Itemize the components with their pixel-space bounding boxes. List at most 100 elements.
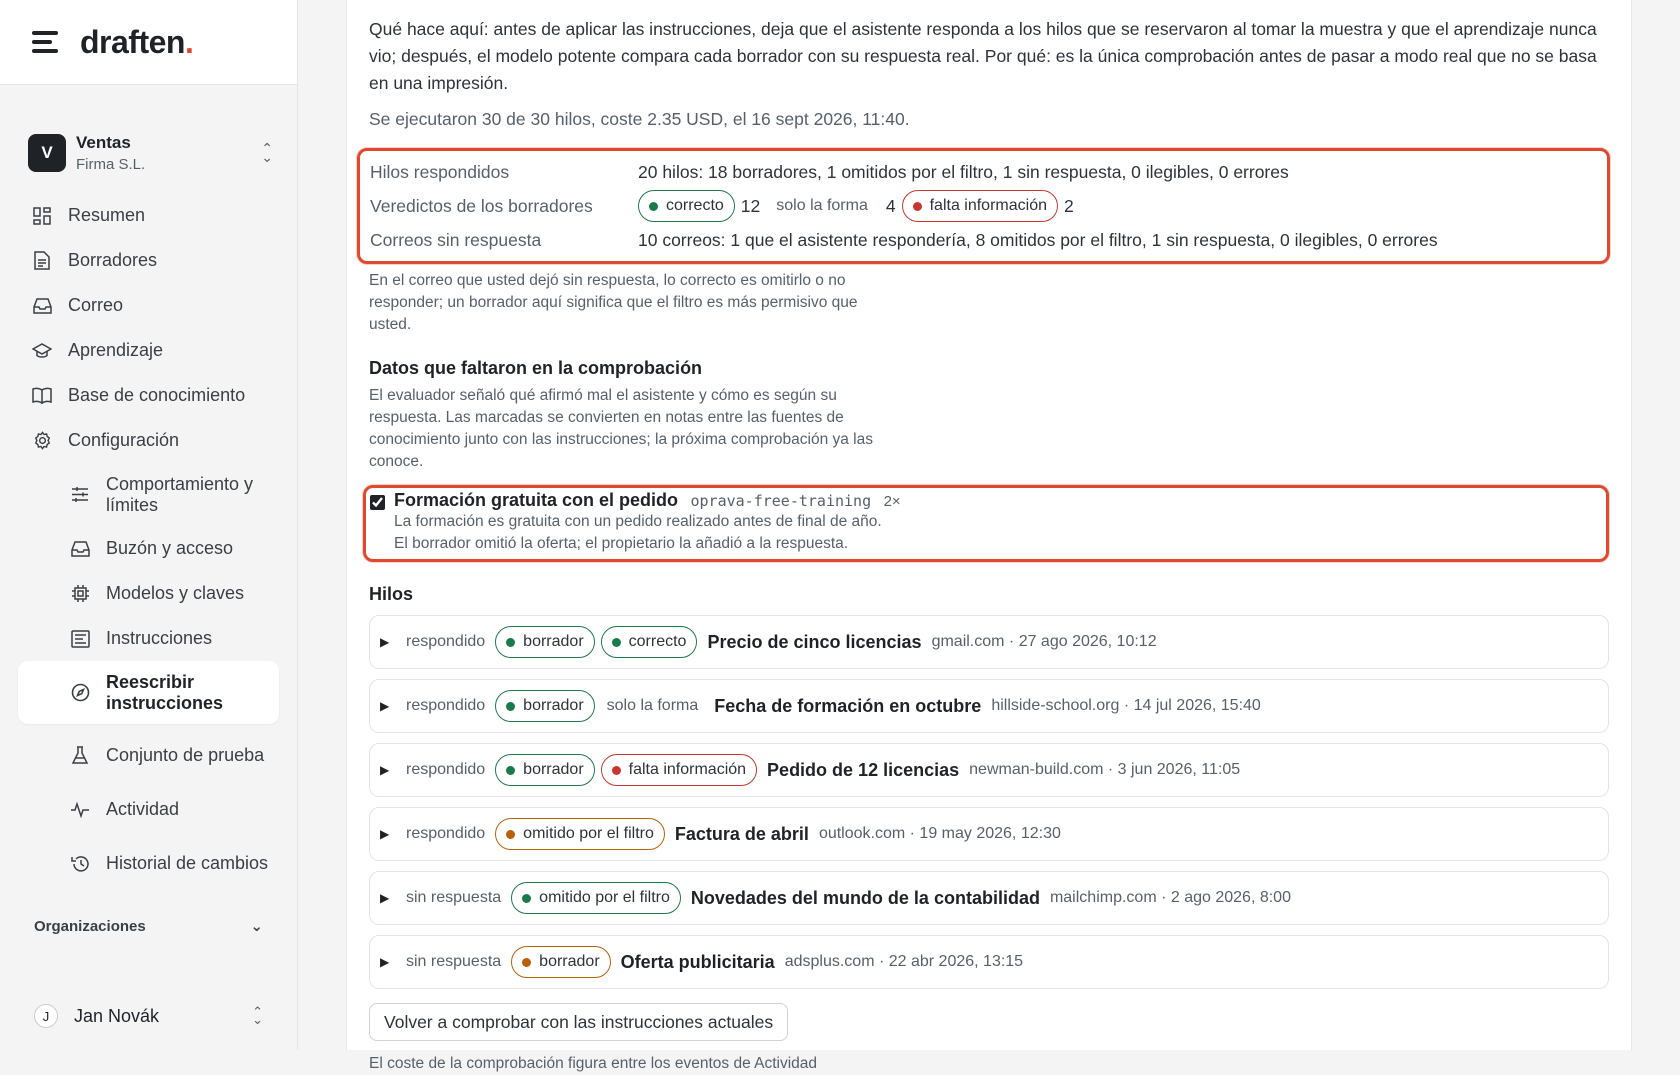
brand-header: draften. [0, 0, 297, 85]
status-dot-icon [912, 201, 922, 211]
chevron-up-down-icon: ⌃ ⌄ [261, 140, 273, 165]
sidebar-item-instrucciones[interactable]: Instrucciones [18, 616, 279, 661]
history-icon [70, 854, 90, 874]
logo[interactable]: draften. [80, 24, 194, 61]
sidebar-item-label: Correo [68, 295, 124, 315]
org-avatar: V [28, 134, 66, 172]
status-dot-icon [506, 701, 516, 711]
inbox-icon [70, 539, 90, 559]
missing-data-item-line: La formación es gratuita con un pedido r… [394, 513, 882, 530]
missing-data-item-code: oprava-free-training [690, 492, 872, 510]
sidebar: draften. V Ventas Firma S.L. ⌃ ⌄ Resumen … [0, 0, 298, 1050]
status-dot-icon [611, 765, 621, 775]
graduation-cap-icon [32, 341, 52, 361]
dashboard-icon [32, 206, 52, 226]
thread-detail: hillside-school.org · 14 jul 2026, 15:40 [991, 697, 1261, 714]
expand-triangle-icon[interactable]: ▶ [380, 891, 406, 905]
sidebar-item-label: Modelos y claves [106, 583, 245, 603]
thread-detail: newman-build.com · 3 jun 2026, 11:05 [969, 761, 1241, 778]
thread-badge-filtered: omitido por el filtro [495, 818, 665, 850]
expand-triangle-icon[interactable]: ▶ [380, 955, 406, 969]
org-name: Ventas [76, 133, 131, 152]
summary-value: 20 hilos: 18 borradores, 1 omitidos por … [638, 161, 1289, 182]
status-dot-icon [611, 637, 621, 647]
sidebar-item-correo[interactable]: Correo [18, 283, 279, 328]
sidebar-item-base-de-conocimiento[interactable]: Base de conocimiento [18, 373, 279, 418]
sidebar-item-label: Base de conocimiento [68, 385, 246, 405]
sidebar-item-buzon[interactable]: Buzón y acceso [18, 526, 279, 571]
organizations-toggle[interactable]: Organizaciones ⌄ [0, 917, 297, 936]
avatar: J [34, 1004, 58, 1028]
sidebar-item-borradores[interactable]: Borradores [18, 238, 279, 283]
expand-triangle-icon[interactable]: ▶ [380, 635, 406, 649]
sidebar-item-actividad[interactable]: Actividad [18, 787, 279, 832]
thread-subject: Factura de abril [674, 823, 809, 844]
thread-badge-verdict: correcto [600, 626, 698, 658]
hamburger-menu-icon[interactable] [32, 31, 58, 53]
chevron-down-icon: ⌄ [250, 918, 263, 935]
compass-icon [70, 683, 90, 703]
sidebar-item-conjunto-de-prueba[interactable]: Conjunto de prueba [18, 724, 279, 787]
thread-list: ▶ respondido borrador correcto Precio de… [369, 615, 1609, 989]
thread-subject: Oferta publicitaria [620, 951, 775, 972]
expand-triangle-icon[interactable]: ▶ [380, 699, 406, 713]
sidebar-item-resumen[interactable]: Resumen [18, 193, 279, 238]
sidebar-item-label: Instrucciones [106, 628, 213, 648]
thread-row[interactable]: ▶ sin respuesta borrador Oferta publicit… [369, 935, 1609, 989]
sidebar-item-label: Buzón y acceso [106, 538, 234, 558]
expand-triangle-icon[interactable]: ▶ [380, 827, 406, 841]
user-menu[interactable]: J Jan Novák ⌃ ⌄ [34, 1004, 263, 1028]
sidebar-item-label: Aprendizaje [68, 340, 164, 360]
summary-label: Correos sin respuesta [370, 229, 542, 250]
missing-data-item-title: Formación gratuita con el pedido [394, 490, 679, 510]
thread-row[interactable]: ▶ respondido borrador solo la forma Fech… [369, 679, 1609, 733]
intro-text: Qué hace aquí: antes de aplicar las inst… [369, 19, 1597, 93]
sidebar-item-modelos[interactable]: Modelos y claves [18, 571, 279, 616]
flask-icon [70, 746, 90, 766]
sliders-icon [70, 485, 90, 505]
missing-data-description: El evaluador señaló qué afirmó mal el as… [369, 387, 873, 470]
thread-status: respondido [406, 697, 486, 714]
thread-row[interactable]: ▶ respondido borrador falta información … [369, 743, 1609, 797]
cost-footer-note: El coste de la comprobación figura entre… [369, 1055, 818, 1072]
thread-detail: adsplus.com · 22 abr 2026, 13:15 [784, 953, 1024, 970]
sidebar-item-historial[interactable]: Historial de cambios [18, 832, 279, 895]
sidebar-item-configuracion[interactable]: Configuración [18, 418, 279, 463]
document-icon [32, 251, 52, 271]
thread-row[interactable]: ▶ sin respuesta omitido por el filtro No… [369, 871, 1609, 925]
verdict-count: 12 [740, 195, 761, 216]
summary-label: Hilos respondidos [370, 161, 510, 182]
missing-data-title: Datos que faltaron en la comprobación [369, 358, 703, 378]
verdict-badge-form[interactable]: solo la forma [776, 197, 868, 215]
recheck-button[interactable]: Volver a comprobar con las instrucciones… [369, 1003, 789, 1041]
missing-data-item: Formación gratuita con el pedido oprava-… [363, 485, 1609, 562]
missing-data-item-count: 2× [883, 493, 901, 510]
expand-triangle-icon[interactable]: ▶ [380, 763, 406, 777]
threads-title: Hilos [369, 584, 414, 604]
sidebar-item-comportamiento[interactable]: Comportamiento y límites [18, 463, 279, 526]
thread-status: respondido [406, 633, 486, 650]
thread-badge-verdict: falta información [600, 754, 758, 786]
main-content: Qué hace aquí: antes de aplicar las inst… [346, 0, 1632, 1072]
status-dot-icon [506, 765, 516, 775]
status-dot-icon [506, 829, 516, 839]
summary-row-verdicts: Veredictos de los borradores correcto 12… [370, 189, 1607, 223]
sidebar-item-aprendizaje[interactable]: Aprendizaje [18, 328, 279, 373]
thread-row[interactable]: ▶ respondido omitido por el filtro Factu… [369, 807, 1609, 861]
thread-subject: Fecha de formación en octubre [714, 695, 982, 716]
chip-icon [70, 584, 90, 604]
thread-row[interactable]: ▶ respondido borrador correcto Precio de… [369, 615, 1609, 669]
unanswered-note: En el correo que usted dejó sin respuest… [369, 272, 858, 333]
org-switcher[interactable]: V Ventas Firma S.L. ⌃ ⌄ [0, 85, 297, 193]
thread-status: respondido [406, 825, 486, 842]
sidebar-item-label: Resumen [68, 205, 146, 225]
verdict-badge-missing[interactable]: falta información [901, 190, 1058, 222]
sidebar-item-reescribir-instrucciones[interactable]: Reescribir instrucciones [18, 661, 279, 724]
verdict-count: 4 [885, 195, 896, 216]
run-meta: Se ejecutaron 30 de 30 hilos, coste 2.35… [369, 109, 910, 129]
summary-label: Veredictos de los borradores [370, 195, 593, 216]
thread-status: sin respuesta [406, 889, 502, 906]
missing-data-checkbox[interactable] [370, 495, 385, 510]
verdict-badge-correct[interactable]: correcto [638, 190, 735, 222]
sidebar-item-label: Actividad [106, 799, 180, 819]
